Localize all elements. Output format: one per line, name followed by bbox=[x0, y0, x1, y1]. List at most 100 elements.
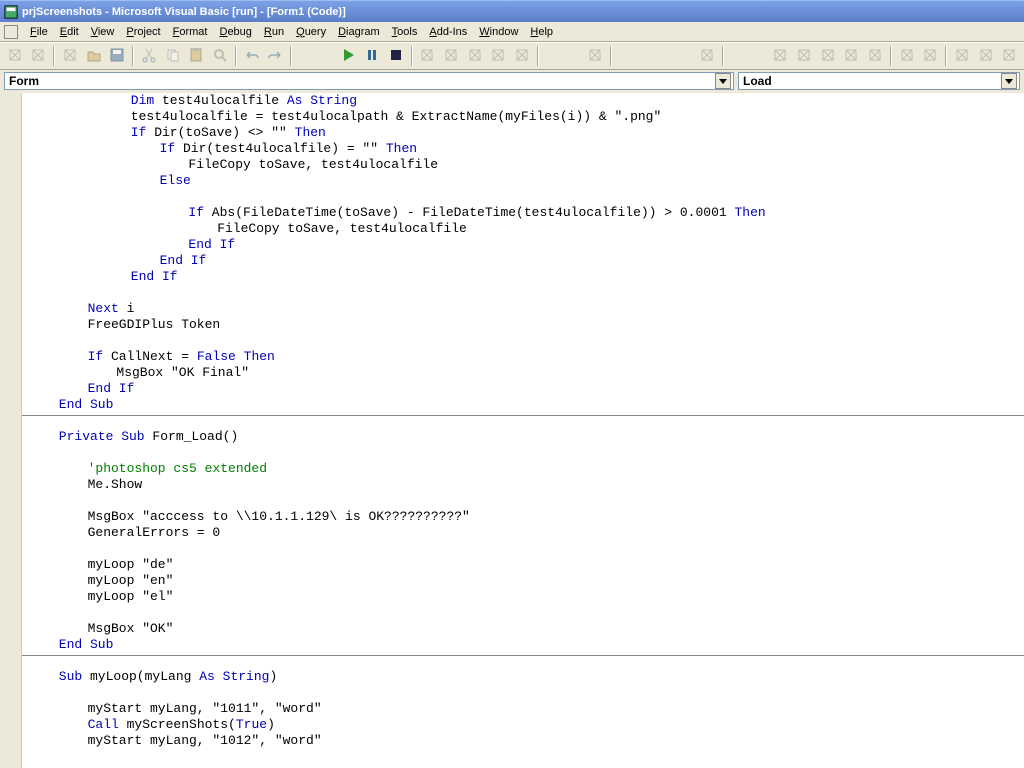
menu-help[interactable]: Help bbox=[524, 24, 559, 40]
step-out-icon bbox=[867, 47, 883, 66]
menu-edit[interactable]: Edit bbox=[54, 24, 85, 40]
find-button[interactable] bbox=[209, 45, 231, 67]
code-line[interactable]: FreeGDIPlus Token bbox=[22, 317, 1024, 333]
paste-icon bbox=[188, 47, 204, 66]
indent-button[interactable] bbox=[896, 45, 918, 67]
menu-diagram[interactable]: Diagram bbox=[332, 24, 386, 40]
copy-icon bbox=[165, 47, 181, 66]
copy-button[interactable] bbox=[162, 45, 184, 67]
form-layout-icon bbox=[467, 47, 483, 66]
redo-button[interactable] bbox=[265, 45, 287, 67]
project-explorer-button[interactable] bbox=[417, 45, 439, 67]
code-editor[interactable]: Dim test4ulocalfile As Stringtest4ulocal… bbox=[22, 93, 1024, 768]
properties-button[interactable] bbox=[440, 45, 462, 67]
menu-run[interactable]: Run bbox=[258, 24, 290, 40]
toolbox-button[interactable] bbox=[511, 45, 533, 67]
code-line[interactable]: GeneralErrors = 0 bbox=[22, 525, 1024, 541]
code-line[interactable]: test4ulocalfile = test4ulocalpath & Extr… bbox=[22, 109, 1024, 125]
menu-window[interactable]: Window bbox=[473, 24, 524, 40]
menu-project[interactable]: Project bbox=[120, 24, 166, 40]
save-button[interactable] bbox=[107, 45, 129, 67]
code-line[interactable]: FileCopy toSave, test4ulocalfile bbox=[22, 157, 1024, 173]
hand-button[interactable] bbox=[951, 45, 973, 67]
code-line[interactable]: Sub myLoop(myLang As String) bbox=[22, 669, 1024, 685]
menu-add-ins[interactable]: Add-Ins bbox=[423, 24, 473, 40]
code-line[interactable]: 'photoshop cs5 extended bbox=[22, 461, 1024, 477]
object-browser-button[interactable] bbox=[488, 45, 510, 67]
code-line[interactable]: If Dir(toSave) <> "" Then bbox=[22, 125, 1024, 141]
code-line[interactable]: Me.Show bbox=[22, 477, 1024, 493]
code-line[interactable]: myStart myLang, "1011", "word" bbox=[22, 701, 1024, 717]
data-view-button[interactable] bbox=[584, 45, 606, 67]
show-grid-button[interactable] bbox=[697, 45, 719, 67]
data-view-icon bbox=[587, 47, 603, 66]
undo-button[interactable] bbox=[241, 45, 263, 67]
step-into-button[interactable] bbox=[817, 45, 839, 67]
menu-tools[interactable]: Tools bbox=[386, 24, 424, 40]
code-line[interactable]: myLoop "el" bbox=[22, 589, 1024, 605]
code-line[interactable]: MsgBox "OK" bbox=[22, 621, 1024, 637]
code-line[interactable] bbox=[22, 493, 1024, 509]
code-line[interactable]: End Sub bbox=[22, 637, 1024, 653]
menu-query[interactable]: Query bbox=[290, 24, 332, 40]
menubar: FileEditViewProjectFormatDebugRunQueryDi… bbox=[0, 22, 1024, 42]
chevron-down-icon[interactable] bbox=[1001, 73, 1017, 89]
menu-editor-button[interactable] bbox=[59, 45, 81, 67]
step-out-button[interactable] bbox=[864, 45, 886, 67]
cut-button[interactable] bbox=[138, 45, 160, 67]
code-line[interactable] bbox=[22, 333, 1024, 349]
code-line[interactable]: myStart myLang, "1012", "word" bbox=[22, 733, 1024, 749]
next-bookmark-button[interactable] bbox=[999, 45, 1021, 67]
form-layout-button[interactable] bbox=[464, 45, 486, 67]
paste-button[interactable] bbox=[186, 45, 208, 67]
code-line[interactable] bbox=[22, 445, 1024, 461]
mdi-control-icon[interactable] bbox=[4, 25, 18, 39]
code-line[interactable]: End If bbox=[22, 237, 1024, 253]
object-combo[interactable]: Form bbox=[4, 72, 734, 90]
code-line[interactable]: Private Sub Form_Load() bbox=[22, 429, 1024, 445]
code-line[interactable]: myLoop "en" bbox=[22, 573, 1024, 589]
outdent-button[interactable] bbox=[920, 45, 942, 67]
code-line[interactable]: End If bbox=[22, 269, 1024, 285]
code-line[interactable]: Else bbox=[22, 173, 1024, 189]
code-line[interactable]: MsgBox "acccess to \\10.1.1.129\ is OK??… bbox=[22, 509, 1024, 525]
toolbar-separator bbox=[290, 46, 292, 66]
code-line[interactable]: End If bbox=[22, 253, 1024, 269]
code-line[interactable]: Call myScreenShots(True) bbox=[22, 717, 1024, 733]
menu-file[interactable]: File bbox=[24, 24, 54, 40]
code-line[interactable] bbox=[22, 189, 1024, 205]
step-over-button[interactable] bbox=[841, 45, 863, 67]
code-line[interactable]: If Dir(test4ulocalfile) = "" Then bbox=[22, 141, 1024, 157]
pause-button[interactable] bbox=[361, 45, 383, 67]
comment-button[interactable] bbox=[793, 45, 815, 67]
code-line[interactable] bbox=[22, 285, 1024, 301]
toolbar-separator bbox=[53, 46, 55, 66]
code-line[interactable]: If Abs(FileDateTime(toSave) - FileDateTi… bbox=[22, 205, 1024, 221]
code-line[interactable] bbox=[22, 541, 1024, 557]
code-line[interactable]: End Sub bbox=[22, 397, 1024, 413]
margin-gutter bbox=[0, 93, 22, 768]
code-line[interactable]: FileCopy toSave, test4ulocalfile bbox=[22, 221, 1024, 237]
code-line[interactable]: End If bbox=[22, 381, 1024, 397]
bookmark-button[interactable] bbox=[975, 45, 997, 67]
code-line[interactable] bbox=[22, 605, 1024, 621]
code-line[interactable]: Dim test4ulocalfile As String bbox=[22, 93, 1024, 109]
add-form-dropdown-button[interactable] bbox=[28, 45, 50, 67]
menu-view[interactable]: View bbox=[85, 24, 121, 40]
open-button[interactable] bbox=[83, 45, 105, 67]
add-form-dropdown-icon bbox=[30, 47, 46, 66]
code-line[interactable]: Next i bbox=[22, 301, 1024, 317]
chevron-down-icon[interactable] bbox=[715, 73, 731, 89]
procedure-combo[interactable]: Load bbox=[738, 72, 1020, 90]
menu-format[interactable]: Format bbox=[167, 24, 214, 40]
menu-debug[interactable]: Debug bbox=[213, 24, 257, 40]
stop-button[interactable] bbox=[385, 45, 407, 67]
toolbar-separator bbox=[235, 46, 237, 66]
toggle-breakpoint-button[interactable] bbox=[770, 45, 792, 67]
code-line[interactable]: MsgBox "OK Final" bbox=[22, 365, 1024, 381]
code-line[interactable]: myLoop "de" bbox=[22, 557, 1024, 573]
add-module-dropdown-button[interactable] bbox=[4, 45, 26, 67]
run-button[interactable] bbox=[338, 45, 360, 67]
code-line[interactable] bbox=[22, 685, 1024, 701]
code-line[interactable]: If CallNext = False Then bbox=[22, 349, 1024, 365]
